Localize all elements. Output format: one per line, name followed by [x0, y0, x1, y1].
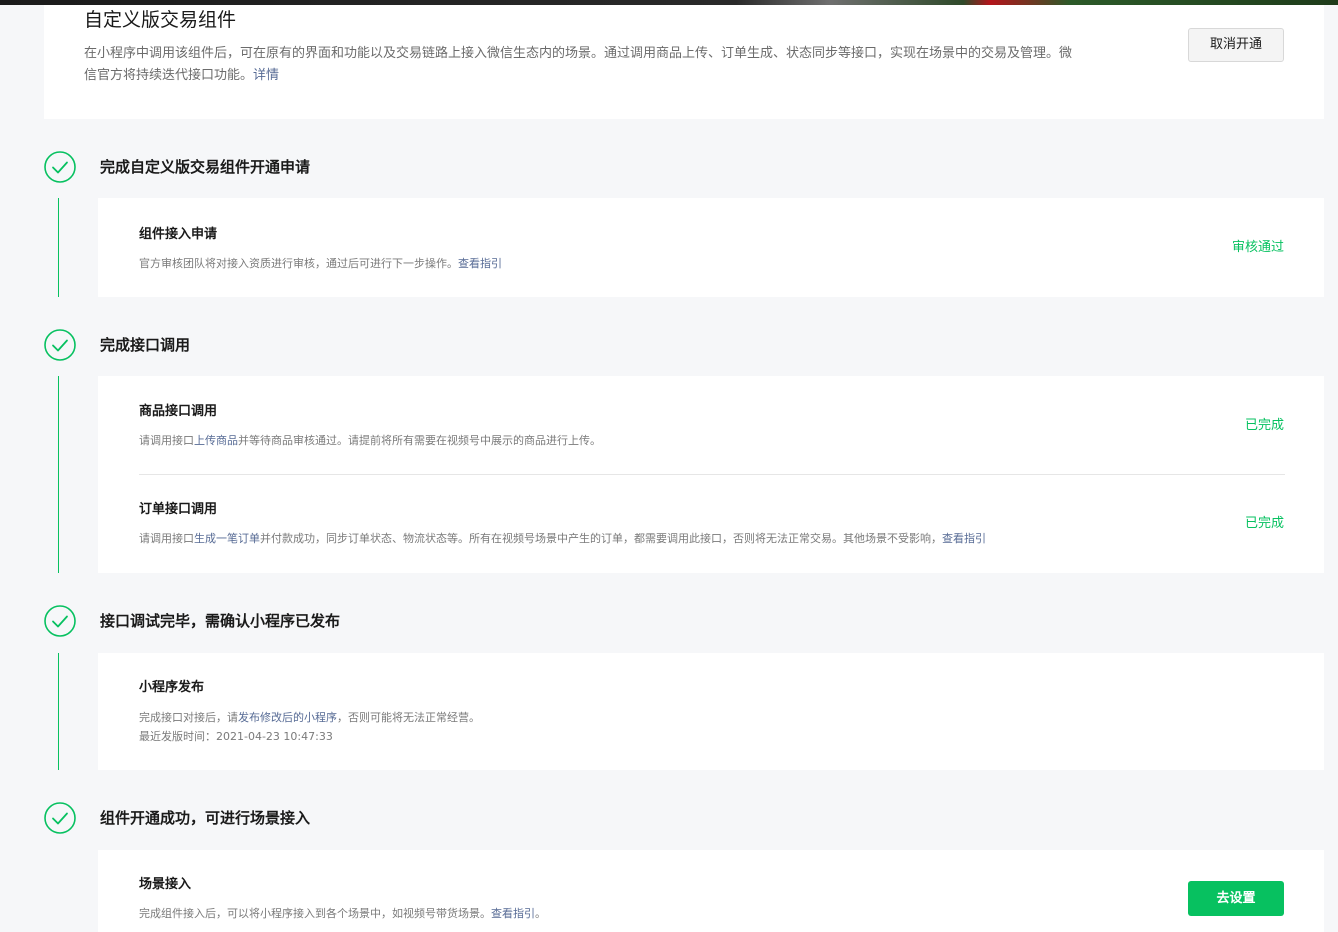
check-circle-icon	[44, 329, 76, 361]
view-guide-link[interactable]: 查看指引	[491, 907, 535, 920]
page-title: 自定义版交易组件	[84, 9, 237, 31]
step-connector-line	[58, 376, 59, 573]
publish-miniprogram-link[interactable]: 发布修改后的小程序	[238, 711, 337, 724]
step-panel-api-call: 商品接口调用 请调用接口上传商品并等待商品审核通过。请提前将所有需要在视频号中展…	[98, 376, 1324, 573]
list-item: 组件接入申请 官方审核团队将对接入资质进行审核，通过后可进行下一步操作。查看指引…	[98, 198, 1324, 297]
item-title: 小程序发布	[139, 680, 205, 695]
item-title: 订单接口调用	[139, 502, 218, 517]
step-title-api-call: 完成接口调用	[100, 336, 191, 354]
status-badge: 已完成	[1244, 516, 1284, 531]
list-item: 商品接口调用 请调用接口上传商品并等待商品审核通过。请提前将所有需要在视频号中展…	[98, 376, 1324, 474]
list-item: 订单接口调用 请调用接口生成一笔订单并付款成功，同步订单状态、物流状态等。所有在…	[98, 475, 1324, 573]
item-description: 请调用接口生成一笔订单并付款成功，同步订单状态、物流状态等。所有在视频号场景中产…	[139, 529, 986, 548]
item-description: 完成组件接入后，可以将小程序接入到各个场景中，如视频号带货场景。查看指引。	[139, 904, 546, 923]
status-badge: 已完成	[1244, 418, 1284, 433]
step-title-publish: 接口调试完毕，需确认小程序已发布	[100, 612, 341, 630]
item-description-text: 请调用接口	[139, 434, 194, 447]
item-description-text: 请调用接口	[139, 532, 194, 545]
status-badge: 审核通过	[1231, 240, 1284, 255]
item-description: 完成接口对接后，请发布修改后的小程序，否则可能将无法正常经营。	[139, 708, 480, 727]
last-release-time: 最近发版时间：2021-04-23 10:47:33	[139, 730, 333, 743]
list-item: 场景接入 完成组件接入后，可以将小程序接入到各个场景中，如视频号带货场景。查看指…	[98, 850, 1324, 932]
go-settings-button[interactable]: 去设置	[1188, 881, 1284, 916]
step-connector-line	[58, 653, 59, 770]
view-guide-link[interactable]: 查看指引	[942, 532, 986, 545]
check-circle-icon	[44, 802, 76, 834]
item-title: 组件接入申请	[139, 227, 218, 242]
item-description-text: ，否则可能将无法正常经营。	[337, 711, 480, 724]
item-description-text: 。	[535, 907, 546, 920]
item-description-text: 完成组件接入后，可以将小程序接入到各个场景中，如视频号带货场景。	[139, 907, 491, 920]
item-description-text: 官方审核团队将对接入资质进行审核，通过后可进行下一步操作。	[139, 257, 458, 270]
item-description: 请调用接口上传商品并等待商品审核通过。请提前将所有需要在视频号中展示的商品进行上…	[139, 431, 601, 450]
item-description-text: 并等待商品审核通过。请提前将所有需要在视频号中展示的商品进行上传。	[238, 434, 601, 447]
create-order-link[interactable]: 生成一笔订单	[194, 532, 260, 545]
upload-product-link[interactable]: 上传商品	[194, 434, 238, 447]
intro-description: 在小程序中调用该组件后，可在原有的界面和功能以及交易链路上接入微信生态内的场景。…	[84, 43, 1084, 87]
item-description: 官方审核团队将对接入资质进行审核，通过后可进行下一步操作。查看指引	[139, 254, 502, 273]
item-title: 场景接入	[139, 877, 192, 892]
intro-description-text: 在小程序中调用该组件后，可在原有的界面和功能以及交易链路上接入微信生态内的场景。…	[84, 46, 1073, 83]
view-guide-link[interactable]: 查看指引	[458, 257, 502, 270]
step-title-scene: 组件开通成功，可进行场景接入	[100, 809, 311, 827]
check-circle-icon	[44, 605, 76, 637]
intro-card: 自定义版交易组件 在小程序中调用该组件后，可在原有的界面和功能以及交易链路上接入…	[44, 5, 1324, 119]
step-panel-scene: 场景接入 完成组件接入后，可以将小程序接入到各个场景中，如视频号带货场景。查看指…	[98, 850, 1324, 932]
details-link[interactable]: 详情	[253, 68, 279, 83]
item-description-text: 并付款成功，同步订单状态、物流状态等。所有在视频号场景中产生的订单，都需要调用此…	[260, 532, 942, 545]
item-description-text: 完成接口对接后，请	[139, 711, 238, 724]
list-item: 小程序发布 完成接口对接后，请发布修改后的小程序，否则可能将无法正常经营。 最近…	[98, 653, 1324, 770]
step-connector-line	[58, 198, 59, 297]
check-circle-icon	[44, 151, 76, 183]
step-panel-apply: 组件接入申请 官方审核团队将对接入资质进行审核，通过后可进行下一步操作。查看指引…	[98, 198, 1324, 297]
step-title-apply: 完成自定义版交易组件开通申请	[100, 158, 311, 176]
step-panel-publish: 小程序发布 完成接口对接后，请发布修改后的小程序，否则可能将无法正常经营。 最近…	[98, 653, 1324, 770]
cancel-activation-button[interactable]: 取消开通	[1188, 28, 1284, 62]
item-title: 商品接口调用	[139, 404, 218, 419]
